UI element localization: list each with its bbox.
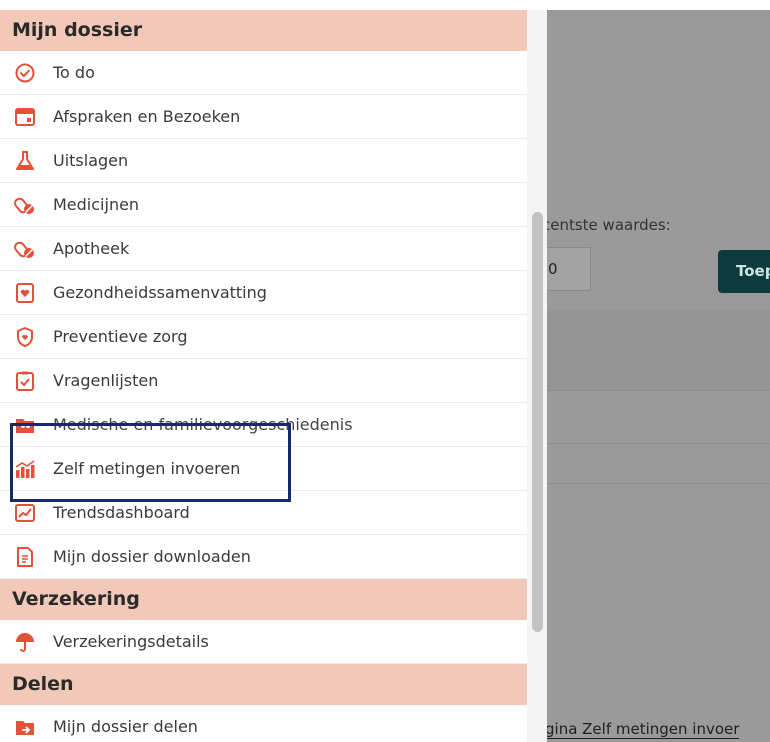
menu-item-label: To do [53,63,95,82]
menu-item-to-do[interactable]: To do [0,51,527,95]
umbrella-icon [14,631,36,653]
background-page-overlay: centste waardes: 0 Toep gina Zelf meting… [529,10,770,742]
section-header-verzekering: Verzekering [0,579,527,620]
pills-icon [14,238,36,260]
menu-item-label: Preventieve zorg [53,327,188,346]
recent-values-label: centste waardes: [542,216,671,234]
bar-chart-icon [14,458,36,480]
menu-item-label: Uitslagen [53,151,129,170]
check-circle-icon [14,62,36,84]
menu-item-label: Afspraken en Bezoeken [53,107,241,126]
side-menu: Mijn dossier To do Afspraken en Bezoeken… [0,10,527,742]
menu-item-preventieve-zorg[interactable]: Preventieve zorg [0,315,527,359]
menu-item-verzekeringsdetails[interactable]: Verzekeringsdetails [0,620,527,664]
menu-item-afspraken-en-bezoeken[interactable]: Afspraken en Bezoeken [0,95,527,139]
shield-heart-icon [14,326,36,348]
menu-item-label: Trendsdashboard [53,503,190,522]
menu-item-label: Verzekeringsdetails [53,632,209,651]
calendar-icon [14,106,36,128]
menu-scrollbar-thumb[interactable] [532,212,543,632]
flask-icon [14,150,36,172]
menu-item-apotheek[interactable]: Apotheek [0,227,527,271]
background-divider [529,390,770,391]
section-header-delen: Delen [0,664,527,705]
document-download-icon [14,546,36,568]
menu-item-gezondheidssamenvatting[interactable]: Gezondheidssamenvatting [0,271,527,315]
menu-item-label: Medische en familievoorgeschiedenis [53,415,353,434]
clipboard-check-icon [14,370,36,392]
section-header-mijn-dossier: Mijn dossier [0,10,527,51]
background-band [529,310,770,390]
menu-item-label: Apotheek [53,239,130,258]
folder-share-icon [14,716,36,738]
menu-item-medische-en-familievoorgeschiedenis[interactable]: Medische en familievoorgeschiedenis [0,403,527,447]
menu-item-vragenlijsten[interactable]: Vragenlijsten [0,359,527,403]
menu-item-label: Gezondheidssamenvatting [53,283,267,302]
recent-values-input-value: 0 [548,260,558,278]
menu-item-trendsdashboard[interactable]: Trendsdashboard [0,491,527,535]
summary-heart-icon [14,282,36,304]
background-divider [529,483,770,484]
menu-item-medicijnen[interactable]: Medicijnen [0,183,527,227]
menu-item-label: Mijn dossier downloaden [53,547,251,566]
menu-item-label: Zelf metingen invoeren [53,459,241,478]
menu-item-label: Mijn dossier delen [53,717,198,736]
trend-chart-icon [14,502,36,524]
folder-family-icon [14,414,36,436]
apply-button[interactable]: Toep [718,250,770,293]
menu-item-label: Medicijnen [53,195,140,214]
background-divider [529,443,770,444]
menu-item-uitslagen[interactable]: Uitslagen [0,139,527,183]
footer-page-link[interactable]: gina Zelf metingen invoer [545,720,740,739]
menu-item-label: Vragenlijsten [53,371,159,390]
pills-icon [14,194,36,216]
menu-item-mijn-dossier-downloaden[interactable]: Mijn dossier downloaden [0,535,527,579]
menu-item-mijn-dossier-delen[interactable]: Mijn dossier delen [0,705,527,742]
menu-item-zelf-metingen-invoeren[interactable]: Zelf metingen invoeren [0,447,527,491]
